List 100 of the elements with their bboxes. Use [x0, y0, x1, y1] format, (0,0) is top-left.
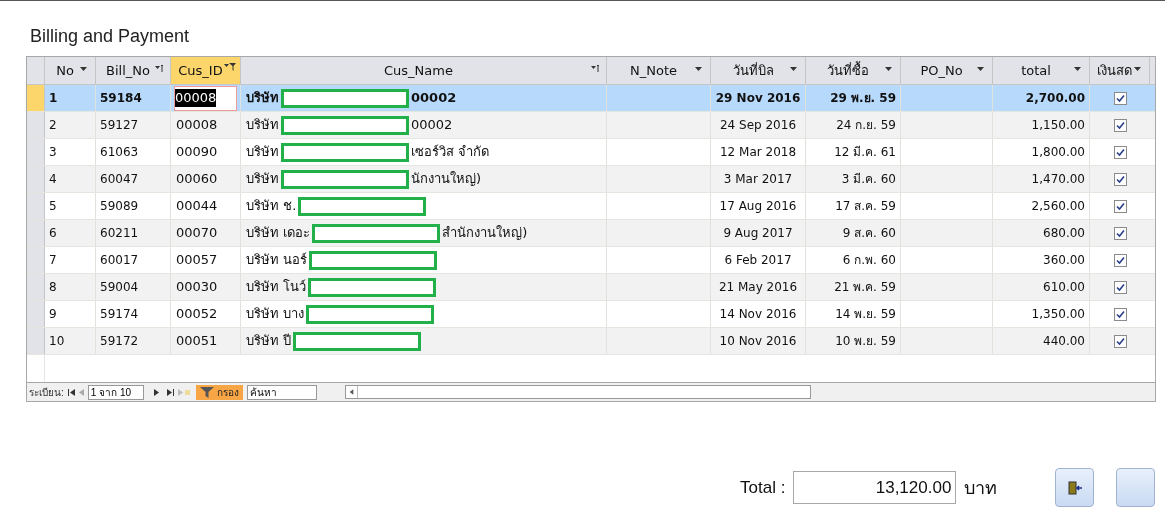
table-cell: 59127 — [96, 112, 171, 138]
table-cell: 10 Nov 2016 — [711, 328, 806, 354]
table-cell: 60211 — [96, 220, 171, 246]
column-header[interactable]: เงินสด — [1090, 57, 1150, 84]
table-row[interactable]: 5 59089 00044 บริษัท ช. 17 Aug 2016 17 ส.ค. 59 2,560.00 — [27, 193, 1155, 220]
checkbox[interactable] — [1113, 253, 1127, 267]
column-header[interactable]: Cus_ID — [171, 57, 241, 84]
table-cell: 59184 — [96, 85, 171, 111]
table-cell: 2,560.00 — [993, 193, 1090, 219]
table-row[interactable]: 8 59004 00030 บริษัท โนว์ 21 May 2016 21 พ.ค. 59 610.00 — [27, 274, 1155, 301]
table-cell: 14 Nov 2016 — [711, 301, 806, 327]
sort-icon[interactable] — [155, 64, 164, 73]
dropdown-icon[interactable] — [790, 67, 797, 71]
last-record-icon[interactable] — [166, 388, 174, 396]
table-row[interactable]: 10 59172 00051 บริษัท ปี 10 Nov 2016 10 พ.ย. 59 440.00 — [27, 328, 1155, 355]
checkbox[interactable] — [1113, 226, 1127, 240]
column-header[interactable]: PO_No — [901, 57, 993, 84]
total-field[interactable]: 13,120.00 — [793, 471, 957, 504]
table-cell: 12 Mar 2018 — [711, 139, 806, 165]
filter-button[interactable]: กรอง — [195, 384, 243, 400]
table-cell-text: 00060 — [175, 170, 219, 189]
customer-name-text: บริษัท — [246, 89, 279, 108]
sort-icon[interactable] — [591, 64, 600, 73]
column-header[interactable]: N_Note — [607, 57, 711, 84]
dropdown-icon[interactable] — [80, 67, 87, 71]
column-header[interactable]: วันที่ซื้อ — [806, 57, 901, 84]
exit-button[interactable] — [1055, 468, 1095, 507]
dropdown-icon[interactable] — [977, 67, 984, 71]
customer-name-text: บริษัท เดอะ — [246, 224, 311, 243]
checkbox[interactable] — [1113, 172, 1127, 186]
customer-name-text: 00002 — [411, 89, 457, 108]
column-header[interactable]: Cus_Name — [241, 57, 607, 84]
funnel-icon — [199, 386, 214, 398]
table-cell-text: 00070 — [175, 224, 219, 243]
checkbox[interactable] — [1113, 334, 1127, 348]
table-cell: 29 Nov 2016 — [711, 85, 806, 111]
table-cell: 680.00 — [993, 220, 1090, 246]
table-cell: 29 พ.ย. 59 — [806, 85, 901, 111]
table-cell: 9 — [45, 301, 96, 327]
table-cell: 4 — [45, 166, 96, 192]
table-cell: 59004 — [96, 274, 171, 300]
column-header[interactable]: No — [45, 57, 96, 84]
table-row[interactable]: 1 59184 00008 บริษัท 00002 29 Nov 2016 29 พ.ย. 59 2,700.00 — [27, 85, 1155, 112]
dropdown-icon[interactable] — [1134, 67, 1141, 71]
table-cell: 1 — [45, 85, 96, 111]
table-cell: 2,700.00 — [993, 85, 1090, 111]
table-cell: 440.00 — [993, 328, 1090, 354]
next-record-icon[interactable] — [153, 388, 159, 396]
table-cell: 24 Sep 2016 — [711, 112, 806, 138]
record-position-field[interactable]: 1 จาก 10 — [87, 384, 144, 400]
table-cell-text: 00008 — [175, 116, 219, 135]
checkbox[interactable] — [1113, 145, 1127, 159]
customer-name-text: สำนักงานใหญ่) — [442, 224, 528, 243]
table-row[interactable]: 6 60211 00070 บริษัท เดอะ สำนักงานใหญ่) 9 Aug 2017 9 ส.ค. 60 680.00 — [27, 220, 1155, 247]
column-header[interactable]: total — [993, 57, 1090, 84]
table-cell: 10 พ.ย. 59 — [806, 328, 901, 354]
table-cell[interactable]: 00008 — [174, 85, 237, 111]
table-cell: 59174 — [96, 301, 171, 327]
table-cell: 2 — [45, 112, 96, 138]
table-cell: 61063 — [96, 139, 171, 165]
table-cell: 17 Aug 2016 — [711, 193, 806, 219]
table-cell-text: 00030 — [175, 278, 219, 297]
table-cell: 17 ส.ค. 59 — [806, 193, 901, 219]
checkbox[interactable] — [1113, 91, 1127, 105]
table-cell: 24 ก.ย. 59 — [806, 112, 901, 138]
table-cell-text: 00057 — [175, 251, 219, 270]
table-cell: 3 — [45, 139, 96, 165]
dropdown-icon[interactable] — [695, 67, 702, 71]
horizontal-scrollbar[interactable] — [344, 385, 811, 399]
first-record-icon[interactable] — [67, 388, 75, 396]
table-cell: 9 ส.ค. 60 — [806, 220, 901, 246]
table-cell: 5 — [45, 193, 96, 219]
checkbox[interactable] — [1113, 199, 1127, 213]
total-label: Total : — [740, 476, 786, 499]
table-cell-text: 00051 — [175, 332, 219, 351]
filter-icon[interactable] — [224, 62, 236, 72]
search-field[interactable]: ค้นหา — [246, 384, 317, 400]
dropdown-icon[interactable] — [885, 67, 892, 71]
column-header[interactable]: วันที่บิล — [711, 57, 806, 84]
checkbox[interactable] — [1113, 280, 1127, 294]
dropdown-icon[interactable] — [1074, 67, 1081, 71]
checkbox[interactable] — [1113, 307, 1127, 321]
door-icon — [1066, 479, 1083, 496]
checkbox[interactable] — [1113, 118, 1127, 132]
table-cell: 6 — [45, 220, 96, 246]
table-cell: 21 พ.ค. 59 — [806, 274, 901, 300]
record-label: ระเบียน: — [29, 385, 64, 400]
table-row[interactable]: 7 60017 00057 บริษัท นอร์ 6 Feb 2017 6 ก.พ. 60 360.00 — [27, 247, 1155, 274]
table-row[interactable]: 3 61063 00090 บริษัท เซอร์วิส จำกัด 12 Mar 2018 12 มี.ค. 61 1,800.00 — [27, 139, 1155, 166]
table-row[interactable]: 2 59127 00008 บริษัท 00002 24 Sep 2016 24 ก.ย. 59 1,150.00 — [27, 112, 1155, 139]
table-cell: 610.00 — [993, 274, 1090, 300]
customer-name-text: บริษัท บาง — [246, 305, 305, 324]
table-row[interactable]: 4 60047 00060 บริษัท นักงานใหญ่) 3 Mar 2017 3 มี.ค. 60 1,470.00 — [27, 166, 1155, 193]
table-cell: 14 พ.ย. 59 — [806, 301, 901, 327]
customer-name-text: นักงานใหญ่) — [411, 170, 482, 189]
customer-name-text: บริษัท — [246, 116, 279, 135]
table-cell: 3 มี.ค. 60 — [806, 166, 901, 192]
table-row[interactable]: 9 59174 00052 บริษัท บาง 14 Nov 2016 14 พ.ย. 59 1,350.00 — [27, 301, 1155, 328]
table-cell: 59089 — [96, 193, 171, 219]
table-cell: 9 Aug 2017 — [711, 220, 806, 246]
